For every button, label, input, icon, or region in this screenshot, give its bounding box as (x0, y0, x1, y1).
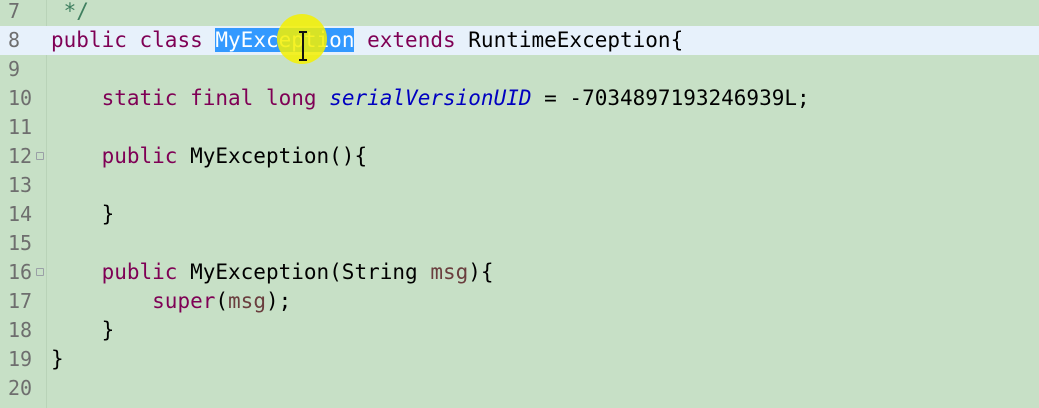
code-token: long (265, 86, 317, 110)
code-token: MyException(){ (177, 144, 368, 168)
code-line[interactable]: 15 (0, 229, 1039, 258)
code-text: } (51, 200, 115, 229)
code-token: class (139, 28, 203, 52)
code-token: = -7034897193246939L; (531, 86, 810, 110)
code-line[interactable]: 13 (0, 171, 1039, 200)
code-token: MyException(String (177, 260, 431, 284)
line-number: 17 (8, 289, 33, 313)
code-line[interactable]: 11 (0, 113, 1039, 142)
code-line[interactable]: 9 (0, 55, 1039, 84)
code-text: public MyException(String msg){ (51, 258, 494, 287)
code-editor[interactable]: 7 */8public class MyException extends Ru… (0, 0, 1039, 408)
code-text: */ (51, 0, 89, 26)
code-token: } (51, 202, 115, 226)
code-token: msg (430, 260, 469, 284)
code-line[interactable]: 17 super(msg); (0, 287, 1039, 316)
fold-toggle-icon[interactable] (36, 268, 44, 276)
code-token: } (51, 347, 64, 371)
code-token: ){ (468, 260, 494, 284)
code-token: msg (228, 289, 266, 313)
code-token: ); (265, 289, 292, 313)
code-token: public (51, 28, 127, 52)
fold-toggle-icon[interactable] (36, 152, 44, 160)
code-token: public (101, 260, 178, 284)
code-line[interactable]: 19} (0, 345, 1039, 374)
text-ibeam-cursor-icon (299, 31, 307, 61)
code-text: } (51, 316, 115, 345)
code-token: RuntimeException{ (455, 28, 684, 52)
line-number: 15 (8, 231, 33, 255)
code-line[interactable]: 18 } (0, 316, 1039, 345)
line-number: 14 (8, 202, 33, 226)
line-number: 9 (8, 57, 21, 81)
code-text: } (51, 345, 64, 374)
line-number: 13 (8, 173, 33, 197)
line-number: 12 (8, 144, 33, 168)
code-token: public (101, 144, 178, 168)
code-token: super (152, 289, 216, 313)
code-text: super(msg); (51, 287, 291, 316)
code-line[interactable]: 16 public MyException(String msg){ (0, 258, 1039, 287)
code-line[interactable]: 8 public class MyException extends Runtim… (0, 26, 1039, 55)
code-line[interactable]: 20 (0, 374, 1039, 403)
code-token: serialVersionUID (329, 86, 532, 110)
code-token: } (51, 318, 115, 342)
code-line[interactable]: 10 static final long serialVersionUID = … (0, 84, 1039, 113)
line-number: 19 (8, 347, 33, 371)
line-number: 20 (8, 376, 33, 400)
code-text: public class MyException extends Runtime… (51, 26, 683, 55)
line-number: 18 (8, 318, 33, 342)
code-token: */ (51, 0, 89, 23)
code-line[interactable]: 7 */ (0, 0, 1039, 26)
code-token: final (190, 86, 254, 110)
line-number: 10 (8, 86, 33, 110)
code-token: ( (215, 289, 229, 313)
line-number: 11 (8, 115, 33, 139)
line-number: 8 (8, 28, 21, 52)
code-line[interactable]: 12 public MyException(){ (0, 142, 1039, 171)
code-text: public MyException(){ (51, 142, 368, 171)
code-text: static final long serialVersionUID = -70… (51, 84, 810, 113)
line-number: 7 (8, 0, 21, 23)
code-line[interactable]: 14 } (0, 200, 1039, 229)
code-token: static (101, 86, 178, 110)
code-token: extends (367, 28, 456, 52)
line-number: 16 (8, 260, 33, 284)
